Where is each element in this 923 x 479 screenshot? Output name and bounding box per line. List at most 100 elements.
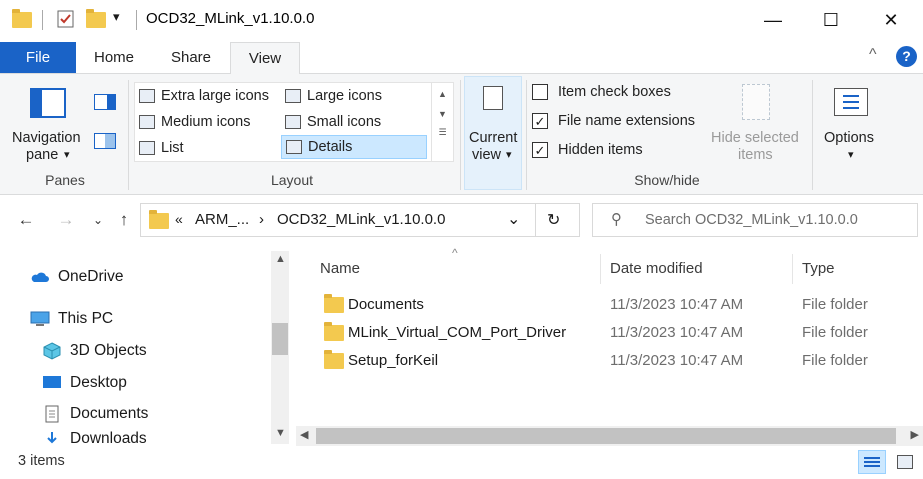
chevron-down-icon: ▾ <box>506 149 512 161</box>
chevron-down-icon[interactable]: ▾ <box>64 148 70 161</box>
collapse-ribbon-button[interactable]: ^ <box>869 46 877 64</box>
navigation-pane-label-2[interactable]: pane <box>26 147 58 163</box>
breadcrumb-item[interactable]: ARM_... <box>195 211 249 228</box>
list-horizontal-scrollbar[interactable]: ◀ ▶ <box>296 426 923 446</box>
scroll-left-icon[interactable]: ◀ <box>300 428 308 441</box>
layout-list[interactable]: List <box>139 136 184 160</box>
hide-selected-label-2[interactable]: items <box>738 147 773 163</box>
layout-small-icons[interactable]: Small icons <box>285 110 381 134</box>
nav-item-downloads[interactable]: Downloads <box>42 430 147 446</box>
refresh-icon[interactable]: ↻ <box>547 210 560 230</box>
computer-icon <box>30 311 50 326</box>
tab-file[interactable]: File <box>0 42 76 73</box>
maximize-button[interactable]: ☐ <box>802 0 860 40</box>
hidden-items-toggle[interactable]: ✓ Hidden items <box>532 142 643 158</box>
address-bar[interactable]: « ARM_... › OCD32_MLink_v1.10.0.0 ⌄ ↻ <box>140 203 580 237</box>
checkbox[interactable] <box>532 84 548 100</box>
chevron-down-icon[interactable]: ▾ <box>848 148 854 161</box>
nav-label: This PC <box>58 310 114 327</box>
column-header-type[interactable]: Type <box>802 255 835 283</box>
nav-scrollbar[interactable]: ▲ ▼ <box>271 251 289 444</box>
options-label[interactable]: Options <box>824 130 874 146</box>
item-check-boxes-toggle[interactable]: Item check boxes <box>532 84 671 100</box>
breadcrumb-overflow[interactable]: « <box>175 211 183 227</box>
details-view-button[interactable] <box>858 450 886 474</box>
layout-large-icons[interactable]: Large icons <box>285 84 382 108</box>
divider <box>600 254 601 284</box>
checkbox-label: Item check boxes <box>558 84 671 100</box>
file-name-extensions-toggle[interactable]: ✓ File name extensions <box>532 113 695 129</box>
scroll-up-icon[interactable]: ▲ <box>432 89 453 99</box>
column-header-date[interactable]: Date modified <box>610 255 703 283</box>
divider <box>128 80 129 190</box>
layout-extra-large-icons[interactable]: Extra large icons <box>139 84 269 108</box>
current-view-label: Current <box>469 130 518 146</box>
help-button[interactable]: ? <box>896 46 917 67</box>
breadcrumb-item[interactable]: OCD32_MLink_v1.10.0.0 <box>277 211 445 228</box>
divider <box>136 10 137 30</box>
breadcrumb-separator[interactable]: › <box>259 211 264 228</box>
layout-medium-icons[interactable]: Medium icons <box>139 110 250 134</box>
scroll-down-icon[interactable]: ▼ <box>432 109 453 119</box>
file-type: File folder <box>802 324 868 341</box>
small-icons-icon <box>285 115 301 129</box>
large-icons-view-button[interactable] <box>892 450 918 474</box>
close-button[interactable]: ✕ <box>862 0 920 40</box>
hide-selected-label[interactable]: Hide selected <box>711 130 799 146</box>
checkbox[interactable]: ✓ <box>532 142 548 158</box>
tab-share[interactable]: Share <box>158 42 224 73</box>
details-icon <box>286 140 302 154</box>
expand-icon[interactable]: ☰ <box>432 127 453 138</box>
layout-scroll[interactable]: ▲ ▼ ☰ <box>431 83 453 161</box>
scroll-thumb[interactable] <box>272 323 288 355</box>
nav-item-this-pc[interactable]: This PC <box>30 304 113 334</box>
group-label-show-hide: Show/hide <box>634 172 700 188</box>
scroll-up-icon[interactable]: ▲ <box>275 253 286 265</box>
address-dropdown-icon[interactable]: ⌄ <box>507 209 520 229</box>
preview-pane-icon[interactable] <box>94 94 116 110</box>
scroll-down-icon[interactable]: ▼ <box>275 427 286 439</box>
properties-icon[interactable] <box>56 9 76 29</box>
scroll-right-icon[interactable]: ▶ <box>911 428 919 441</box>
window-title: OCD32_MLink_v1.10.0.0 <box>146 10 315 27</box>
nav-item-onedrive[interactable]: OneDrive <box>30 262 123 292</box>
layout-details[interactable]: Details <box>281 135 427 159</box>
download-icon <box>47 432 57 444</box>
minimize-button[interactable]: — <box>744 0 802 40</box>
table-row[interactable]: Setup_forKeil 11/3/2023 10:47 AM File fo… <box>300 347 900 375</box>
search-box[interactable]: ⚲ Search OCD32_MLink_v1.10.0.0 <box>592 203 918 237</box>
nav-item-desktop[interactable]: Desktop <box>42 368 127 398</box>
quick-access-dropdown[interactable]: ▾ <box>113 9 120 25</box>
back-arrow-icon[interactable]: ← <box>14 208 38 232</box>
file-type: File folder <box>802 296 868 313</box>
up-arrow-icon[interactable]: ↑ <box>112 208 136 232</box>
table-row[interactable]: MLink_Virtual_COM_Port_Driver 11/3/2023 … <box>300 319 900 347</box>
column-header-name[interactable]: Name <box>320 255 360 283</box>
current-view-label-2: view <box>472 147 502 163</box>
tab-home[interactable]: Home <box>82 42 146 73</box>
tab-view[interactable]: View <box>230 42 300 74</box>
new-folder-icon[interactable] <box>86 9 106 29</box>
recent-locations-icon[interactable]: ⌄ <box>86 208 110 232</box>
large-icons-icon <box>285 89 301 103</box>
cloud-icon <box>31 272 49 282</box>
layout-gallery: Extra large icons Large icons Medium ico… <box>134 82 454 162</box>
divider <box>535 204 536 236</box>
navigation-pane-label[interactable]: Navigation <box>12 130 81 146</box>
checkbox[interactable]: ✓ <box>532 113 548 129</box>
details-pane-icon[interactable] <box>94 133 116 149</box>
search-icon: ⚲ <box>611 211 622 228</box>
folder-icon <box>324 350 344 381</box>
sort-indicator: ^ <box>452 246 458 260</box>
nav-item-3d-objects[interactable]: 3D Objects <box>42 336 147 366</box>
checkbox-label: File name extensions <box>558 113 696 129</box>
options-icon[interactable] <box>834 88 868 116</box>
nav-item-documents[interactable]: Documents <box>42 399 148 429</box>
desktop-icon <box>43 376 61 388</box>
search-input[interactable]: Search OCD32_MLink_v1.10.0.0 <box>645 212 858 228</box>
forward-arrow-icon[interactable]: → <box>54 208 78 232</box>
table-row[interactable]: Documents 11/3/2023 10:47 AM File folder <box>300 291 900 319</box>
layout-label: Medium icons <box>161 114 251 130</box>
file-name: MLink_Virtual_COM_Port_Driver <box>348 324 567 341</box>
scroll-thumb[interactable] <box>316 428 896 444</box>
